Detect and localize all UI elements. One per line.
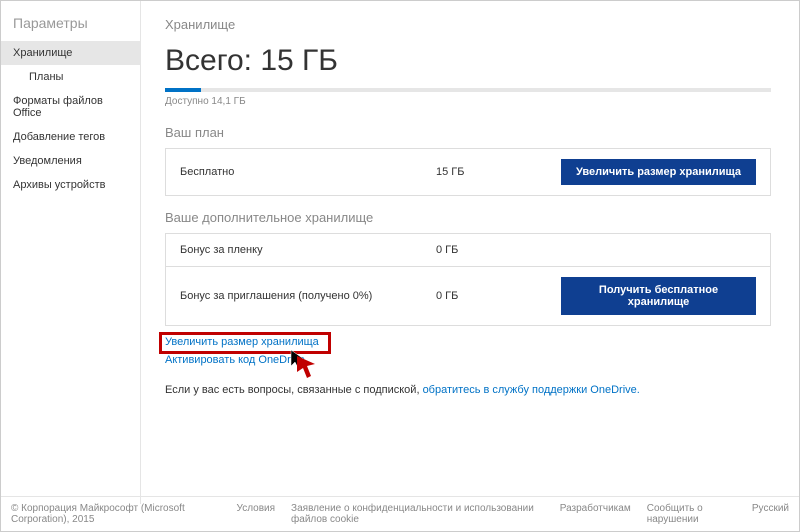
plan-name: Бесплатно — [180, 166, 436, 178]
plan-section-title: Ваш план — [165, 125, 771, 140]
footer-copyright: © Корпорация Майкрософт (Microsoft Corpo… — [11, 503, 221, 525]
plan-size: 0 ГБ — [436, 290, 556, 302]
progress-bar — [165, 88, 771, 92]
page-heading: Хранилище — [165, 17, 771, 32]
table-row: Бонус за приглашения (получено 0%) 0 ГБ … — [166, 267, 770, 325]
footer-report[interactable]: Сообщить о нарушении — [647, 503, 736, 525]
activate-code-link[interactable]: Активировать код OneDrive — [165, 354, 771, 366]
extra-section-title: Ваше дополнительное хранилище — [165, 210, 771, 225]
sidebar-item-notifications[interactable]: Уведомления — [1, 149, 140, 173]
progress-fill — [165, 88, 201, 92]
increase-storage-button[interactable]: Увеличить размер хранилища — [561, 159, 756, 185]
footer-lang[interactable]: Русский — [752, 503, 789, 525]
sidebar-title: Параметры — [1, 9, 140, 41]
sidebar: Параметры Хранилище Планы Форматы файлов… — [1, 1, 141, 504]
plan-action-cell: Получить бесплатное хранилище — [556, 277, 756, 315]
plan-name: Бонус за пленку — [180, 244, 436, 256]
footer: © Корпорация Майкрософт (Microsoft Corpo… — [1, 496, 799, 531]
sidebar-item-office-formats[interactable]: Форматы файлов Office — [1, 89, 140, 125]
footer-privacy[interactable]: Заявление о конфиденциальности и использ… — [291, 503, 544, 525]
sidebar-item-device-backups[interactable]: Архивы устройств — [1, 173, 140, 197]
plan-name: Бонус за приглашения (получено 0%) — [180, 290, 436, 302]
support-text: Если у вас есть вопросы, связанные с под… — [165, 384, 771, 396]
plan-size: 15 ГБ — [436, 166, 556, 178]
links-block: Увеличить размер хранилища Активировать … — [165, 336, 771, 366]
support-prefix: Если у вас есть вопросы, связанные с под… — [165, 384, 423, 396]
main-content: Хранилище Всего: 15 ГБ Доступно 14,1 ГБ … — [141, 1, 799, 504]
sidebar-item-plans[interactable]: Планы — [1, 65, 140, 89]
get-free-storage-button[interactable]: Получить бесплатное хранилище — [561, 277, 756, 315]
storage-available: Доступно 14,1 ГБ — [165, 96, 771, 107]
plan-table: Бесплатно 15 ГБ Увеличить размер хранили… — [165, 148, 771, 196]
extra-table: Бонус за пленку 0 ГБ Бонус за приглашени… — [165, 233, 771, 326]
table-row: Бонус за пленку 0 ГБ — [166, 234, 770, 267]
plan-size: 0 ГБ — [436, 244, 556, 256]
footer-terms[interactable]: Условия — [237, 503, 276, 525]
table-row: Бесплатно 15 ГБ Увеличить размер хранили… — [166, 149, 770, 195]
sidebar-item-storage[interactable]: Хранилище — [1, 41, 140, 65]
footer-devs[interactable]: Разработчикам — [560, 503, 631, 525]
sidebar-item-tags[interactable]: Добавление тегов — [1, 125, 140, 149]
storage-progress — [165, 88, 771, 92]
support-link[interactable]: обратитесь в службу поддержки OneDrive. — [423, 384, 640, 396]
storage-total: Всего: 15 ГБ — [165, 44, 771, 78]
plan-action-cell: Увеличить размер хранилища — [556, 159, 756, 185]
increase-storage-link[interactable]: Увеличить размер хранилища — [165, 336, 771, 348]
